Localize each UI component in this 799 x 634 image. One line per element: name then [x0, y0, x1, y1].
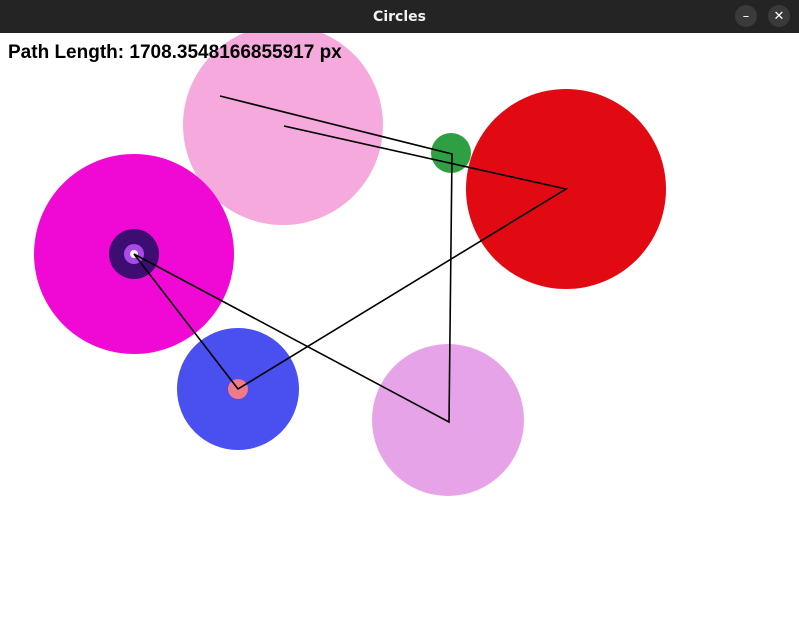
drawing-canvas[interactable]: Path Length: 1708.3548166855917 px — [0, 33, 799, 634]
minimize-button[interactable]: – — [735, 5, 757, 27]
circles-drawing[interactable] — [0, 33, 799, 634]
window-title: Circles — [373, 8, 426, 25]
title-bar[interactable]: Circles – ✕ — [0, 0, 799, 33]
minimize-icon: – — [742, 8, 750, 24]
app-window: Circles – ✕ Path Length: 1708.3548166855… — [0, 0, 799, 634]
circle-lavender[interactable] — [372, 344, 524, 496]
close-icon: ✕ — [773, 8, 785, 24]
path-length-label: Path Length: 1708.3548166855917 px — [8, 42, 342, 63]
close-button[interactable]: ✕ — [768, 5, 790, 27]
